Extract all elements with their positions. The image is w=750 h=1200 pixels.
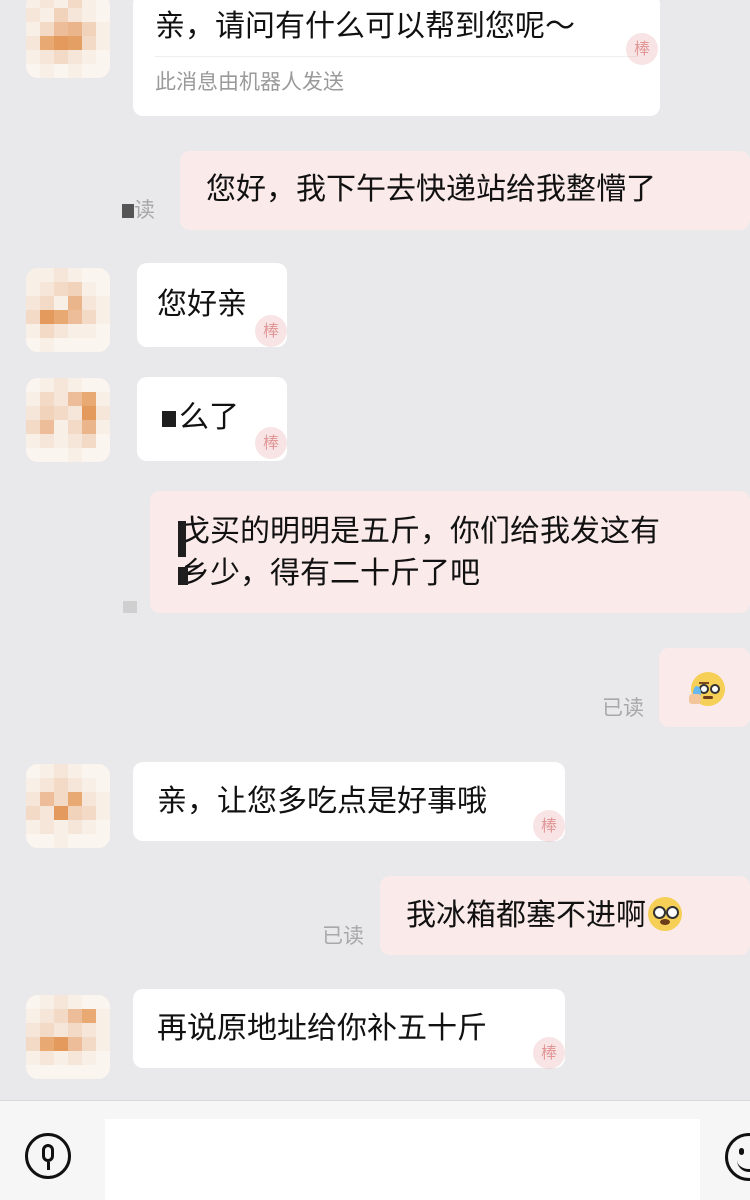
redaction-mark	[178, 567, 188, 585]
chat-area[interactable]: 亲，请问有什么可以帮到您呢～ 此消息由机器人发送 棒 读 您好，我下午去快递站给…	[0, 0, 750, 1100]
smiley-icon[interactable]	[725, 1133, 750, 1181]
message-bubble-agent-2[interactable]: 么了 棒	[137, 377, 287, 461]
message-text: 亲，让您多吃点是好事哦	[157, 784, 487, 819]
bot-notice: 此消息由机器人发送	[155, 56, 638, 97]
message-text-line: 戈买的明明是五斤，你们给我发这有	[180, 514, 660, 549]
message-text: 您好，我下午去快递站给我整懵了	[206, 172, 656, 207]
avatar-mosaic	[26, 268, 110, 352]
seal-stamp: 棒	[255, 315, 287, 347]
seal-stamp: 棒	[533, 1037, 565, 1069]
redaction-mark	[162, 411, 176, 427]
input-bar	[0, 1100, 750, 1200]
flushed-face-emoji	[648, 897, 682, 931]
tearful-fan-face-emoji	[689, 672, 725, 706]
avatar-mosaic	[26, 0, 110, 78]
shop-avatar[interactable]	[26, 0, 110, 78]
shop-avatar[interactable]	[26, 995, 110, 1079]
seal-stamp: 棒	[626, 33, 658, 65]
seal-stamp: 棒	[533, 810, 565, 842]
read-status: 已读	[322, 924, 364, 948]
read-status: 已读	[602, 696, 644, 720]
shop-avatar[interactable]	[26, 764, 110, 848]
message-input[interactable]	[105, 1119, 700, 1200]
message-bubble-agent-4[interactable]: 再说原地址给你补五十斤 棒	[133, 989, 565, 1069]
redaction-mark	[122, 204, 134, 218]
avatar-mosaic	[26, 764, 110, 848]
message-bubble-user-2[interactable]: 戈买的明明是五斤，你们给我发这有 乡少，得有二十斤了吧	[150, 491, 750, 613]
microphone-icon[interactable]	[25, 1133, 71, 1179]
message-text: 再说原地址给你补五十斤	[157, 1011, 487, 1046]
shop-avatar[interactable]	[26, 378, 110, 462]
avatar-mosaic	[26, 378, 110, 462]
message-text-line: 乡少，得有二十斤了吧	[180, 556, 480, 591]
message-bubble-user-3[interactable]: 我冰箱都塞不进啊	[380, 876, 750, 955]
read-status-redacted	[123, 601, 137, 613]
seal-stamp: 棒	[255, 427, 287, 459]
message-text: 亲，请问有什么可以帮到您呢～	[155, 9, 575, 44]
message-bubble-agent-3[interactable]: 亲，让您多吃点是好事哦 棒	[133, 762, 565, 842]
avatar-mosaic	[26, 995, 110, 1079]
read-status: 读	[122, 196, 155, 224]
message-bubble-user-emoji[interactable]	[659, 648, 750, 727]
message-bubble-bot-greeting[interactable]: 亲，请问有什么可以帮到您呢～ 此消息由机器人发送 棒	[133, 0, 660, 116]
shop-avatar[interactable]	[26, 268, 110, 352]
redaction-mark	[178, 521, 186, 557]
message-bubble-user-1[interactable]: 您好，我下午去快递站给我整懵了	[180, 151, 750, 230]
message-bubble-agent-1[interactable]: 您好亲 棒	[137, 263, 287, 347]
message-text: 我冰箱都塞不进啊	[406, 895, 750, 937]
